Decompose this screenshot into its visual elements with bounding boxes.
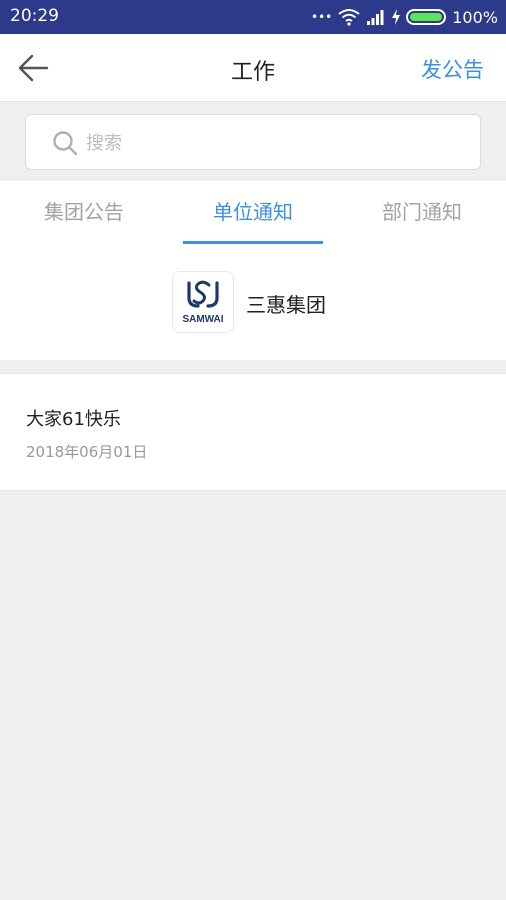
search-box[interactable] bbox=[25, 114, 481, 170]
header: 工作 发公告 bbox=[0, 34, 506, 102]
tab-active-indicator bbox=[183, 241, 323, 244]
more-dots-icon: ••• bbox=[311, 10, 333, 24]
notice-item[interactable]: 大家61快乐 2018年06月01日 bbox=[0, 373, 506, 491]
tab-bar: 集团公告 单位通知 部门通知 bbox=[0, 181, 506, 245]
company-logo: SAMWAI bbox=[172, 271, 234, 333]
battery-icon bbox=[406, 9, 447, 25]
signal-icon bbox=[367, 10, 384, 25]
publish-announcement-button[interactable]: 发公告 bbox=[421, 54, 484, 84]
search-input[interactable] bbox=[86, 129, 446, 157]
battery-level bbox=[410, 13, 443, 21]
tab-unit-notices[interactable]: 单位通知 bbox=[169, 181, 337, 245]
tab-department-notices[interactable]: 部门通知 bbox=[338, 181, 506, 245]
samwai-logo: SAMWAI bbox=[182, 280, 224, 325]
search-icon bbox=[53, 131, 78, 156]
wifi-icon bbox=[338, 9, 360, 26]
search-area bbox=[0, 103, 506, 181]
status-icons: ••• 100% bbox=[311, 6, 498, 28]
battery-percent: 100% bbox=[452, 7, 498, 27]
tab-group-announcements[interactable]: 集团公告 bbox=[0, 181, 168, 245]
logo-text: SAMWAI bbox=[182, 314, 223, 325]
status-bar: 20:29 ••• 100% bbox=[0, 0, 506, 34]
organization-header: SAMWAI 三惠集团 bbox=[0, 245, 506, 360]
organization-name: 三惠集团 bbox=[246, 293, 326, 317]
notice-title: 大家61快乐 bbox=[26, 409, 121, 430]
notice-date: 2018年06月01日 bbox=[26, 443, 148, 461]
charging-icon bbox=[392, 9, 401, 25]
status-time: 20:29 bbox=[10, 6, 59, 26]
